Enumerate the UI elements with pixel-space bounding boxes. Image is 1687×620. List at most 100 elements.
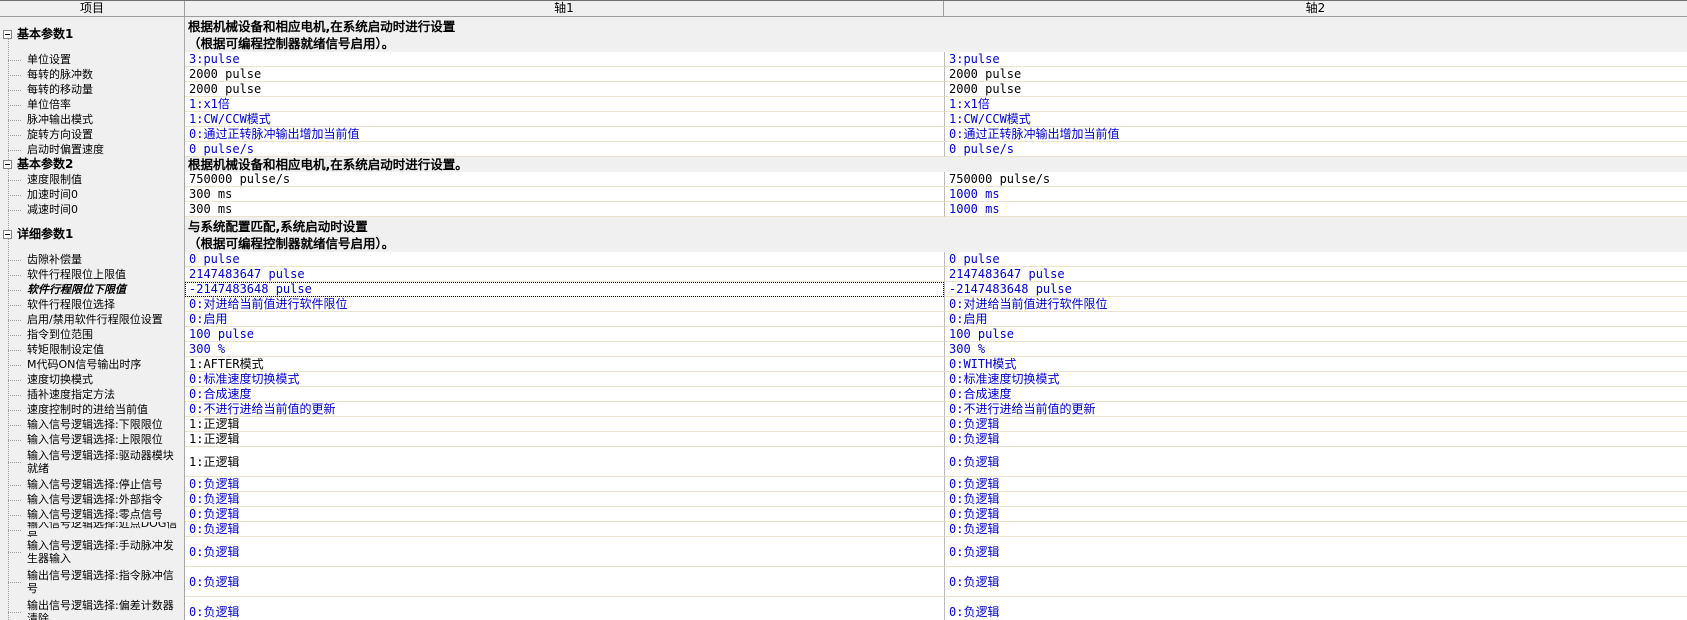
- axis2-value-cell[interactable]: 0:负逻辑: [944, 522, 1687, 537]
- axis2-value-cell[interactable]: 2147483647 pulse: [944, 267, 1687, 282]
- axis2-value-cell[interactable]: 0:负逻辑: [944, 432, 1687, 447]
- axis2-value-cell[interactable]: 0:不进行进给当前值的更新: [944, 402, 1687, 417]
- axis2-value-cell[interactable]: 0:负逻辑: [944, 447, 1687, 477]
- param-item-cell[interactable]: M代码ON信号输出时序: [0, 357, 185, 372]
- param-item-cell[interactable]: 每转的移动量: [0, 82, 185, 97]
- axis1-value-cell[interactable]: 0:负逻辑: [185, 507, 944, 522]
- param-item-cell[interactable]: 输入信号逻辑选择:零点信号: [0, 507, 185, 522]
- axis2-value-cell[interactable]: 0:负逻辑: [944, 537, 1687, 567]
- axis1-value-cell[interactable]: 0 pulse/s: [185, 142, 944, 157]
- axis1-value-cell[interactable]: -2147483648 pulse: [185, 282, 944, 297]
- axis2-value-cell[interactable]: 0:负逻辑: [944, 567, 1687, 597]
- param-item-cell[interactable]: 启用/禁用软件行程限位设置: [0, 312, 185, 327]
- param-item-cell[interactable]: 加速时间0: [0, 187, 185, 202]
- axis2-value-cell[interactable]: 0:负逻辑: [944, 507, 1687, 522]
- axis1-value-cell[interactable]: 0:启用: [185, 312, 944, 327]
- param-item-cell[interactable]: 软件行程限位选择: [0, 297, 185, 312]
- axis1-value-cell[interactable]: 2000 pulse: [185, 82, 944, 97]
- axis2-value: 300 %: [945, 342, 985, 356]
- group-label: 详细参数1: [0, 228, 73, 241]
- axis2-value-cell[interactable]: 0 pulse: [944, 252, 1687, 267]
- axis1-value-cell[interactable]: 0:合成速度: [185, 387, 944, 402]
- axis2-value-cell[interactable]: 0:负逻辑: [944, 597, 1687, 620]
- param-item-cell[interactable]: 单位倍率: [0, 97, 185, 112]
- axis2-value-cell[interactable]: 0 pulse/s: [944, 142, 1687, 157]
- axis2-value-cell[interactable]: 0:WITH模式: [944, 357, 1687, 372]
- param-item-cell[interactable]: 齿隙补偿量: [0, 252, 185, 267]
- axis1-value-cell[interactable]: 0:负逻辑: [185, 522, 944, 537]
- axis2-value-cell[interactable]: 0:通过正转脉冲输出增加当前值: [944, 127, 1687, 142]
- axis2-value-cell[interactable]: 0:标准速度切换模式: [944, 372, 1687, 387]
- param-item-cell[interactable]: 速度切换模式: [0, 372, 185, 387]
- param-item-cell[interactable]: 脉冲输出模式: [0, 112, 185, 127]
- axis2-value-cell[interactable]: 300 %: [944, 342, 1687, 357]
- axis1-value-cell[interactable]: 0 pulse: [185, 252, 944, 267]
- axis1-value-cell[interactable]: 3:pulse: [185, 52, 944, 67]
- param-item-cell[interactable]: 输入信号逻辑选择:停止信号: [0, 477, 185, 492]
- axis1-value-cell[interactable]: 1:x1倍: [185, 97, 944, 112]
- param-row: 输入信号逻辑选择:外部指令0:负逻辑0:负逻辑: [0, 492, 1687, 507]
- axis1-value: 1:正逻辑: [185, 455, 239, 469]
- param-item-cell[interactable]: 输出信号逻辑选择:偏差计数器清除: [0, 597, 185, 620]
- axis2-value-cell[interactable]: 0:负逻辑: [944, 477, 1687, 492]
- axis2-value-cell[interactable]: 1000 ms: [944, 187, 1687, 202]
- axis2-value-cell[interactable]: 2000 pulse: [944, 82, 1687, 97]
- axis1-value-cell[interactable]: 1:正逻辑: [185, 432, 944, 447]
- axis2-value-cell[interactable]: 0:合成速度: [944, 387, 1687, 402]
- axis1-value-cell[interactable]: 2000 pulse: [185, 67, 944, 82]
- param-item-cell[interactable]: 输入信号逻辑选择:近点DOG信号: [0, 522, 185, 537]
- axis1-value-cell[interactable]: 2147483647 pulse: [185, 267, 944, 282]
- axis1-value-cell[interactable]: 1:CW/CCW模式: [185, 112, 944, 127]
- param-item-cell[interactable]: 转矩限制设定值: [0, 342, 185, 357]
- param-item-cell[interactable]: 启动时偏置速度: [0, 142, 185, 157]
- axis1-value-cell[interactable]: 300 ms: [185, 202, 944, 217]
- axis2-value-cell[interactable]: 1:CW/CCW模式: [944, 112, 1687, 127]
- axis1-value-cell[interactable]: 0:通过正转脉冲输出增加当前值: [185, 127, 944, 142]
- group-empty-cell: [944, 217, 1687, 252]
- axis2-value-cell[interactable]: 3:pulse: [944, 52, 1687, 67]
- axis1-value-cell[interactable]: 1:正逻辑: [185, 417, 944, 432]
- axis2-value-cell[interactable]: 750000 pulse/s: [944, 172, 1687, 187]
- param-item-cell[interactable]: 输入信号逻辑选择:外部指令: [0, 492, 185, 507]
- param-item-cell[interactable]: 指令到位范围: [0, 327, 185, 342]
- axis1-value-cell[interactable]: 0:对进给当前值进行软件限位: [185, 297, 944, 312]
- axis1-value-cell[interactable]: 300 %: [185, 342, 944, 357]
- axis2-value-cell[interactable]: 0:启用: [944, 312, 1687, 327]
- axis2-value-cell[interactable]: 0:负逻辑: [944, 417, 1687, 432]
- axis1-value-cell[interactable]: 0:负逻辑: [185, 567, 944, 597]
- axis1-value-cell[interactable]: 0:负逻辑: [185, 492, 944, 507]
- param-item-cell[interactable]: 减速时间0: [0, 202, 185, 217]
- param-item-cell[interactable]: 软件行程限位下限值: [0, 282, 185, 297]
- param-item-cell[interactable]: 单位设置: [0, 52, 185, 67]
- axis1-value-cell[interactable]: 1:正逻辑: [185, 447, 944, 477]
- param-row: 输入信号逻辑选择:近点DOG信号0:负逻辑0:负逻辑: [0, 522, 1687, 537]
- param-item-cell[interactable]: 输入信号逻辑选择:下限限位: [0, 417, 185, 432]
- axis1-value-cell[interactable]: 0:不进行进给当前值的更新: [185, 402, 944, 417]
- axis1-value-cell[interactable]: 300 ms: [185, 187, 944, 202]
- param-item-cell[interactable]: 输入信号逻辑选择:手动脉冲发生器输入: [0, 537, 185, 567]
- axis2-value-cell[interactable]: 0:对进给当前值进行软件限位: [944, 297, 1687, 312]
- param-item-cell[interactable]: 插补速度指定方法: [0, 387, 185, 402]
- grid-body: 基本参数1根据机械设备和相应电机,在系统启动时进行设置（根据可编程控制器就绪信号…: [0, 17, 1687, 620]
- axis2-value-cell[interactable]: 1:x1倍: [944, 97, 1687, 112]
- param-item-cell[interactable]: 旋转方向设置: [0, 127, 185, 142]
- axis1-value-cell[interactable]: 100 pulse: [185, 327, 944, 342]
- axis1-value-cell[interactable]: 0:负逻辑: [185, 597, 944, 620]
- param-item-cell[interactable]: 每转的脉冲数: [0, 67, 185, 82]
- param-item-cell[interactable]: 速度控制时的进给当前值: [0, 402, 185, 417]
- axis2-value-cell[interactable]: 1000 ms: [944, 202, 1687, 217]
- param-item-cell[interactable]: 输出信号逻辑选择:指令脉冲信号: [0, 567, 185, 597]
- axis2-value-cell[interactable]: 100 pulse: [944, 327, 1687, 342]
- axis2-value-cell[interactable]: 2000 pulse: [944, 67, 1687, 82]
- param-item-cell[interactable]: 速度限制值: [0, 172, 185, 187]
- param-item-cell[interactable]: 输入信号逻辑选择:驱动器模块就绪: [0, 447, 185, 477]
- param-item-cell[interactable]: 输入信号逻辑选择:上限限位: [0, 432, 185, 447]
- param-item-cell[interactable]: 软件行程限位上限值: [0, 267, 185, 282]
- axis1-value-cell[interactable]: 750000 pulse/s: [185, 172, 944, 187]
- axis1-value-cell[interactable]: 0:负逻辑: [185, 477, 944, 492]
- axis2-value-cell[interactable]: 0:负逻辑: [944, 492, 1687, 507]
- axis1-value-cell[interactable]: 0:标准速度切换模式: [185, 372, 944, 387]
- axis1-value-cell[interactable]: 0:负逻辑: [185, 537, 944, 567]
- axis1-value-cell[interactable]: 1:AFTER模式: [185, 357, 944, 372]
- axis2-value-cell[interactable]: -2147483648 pulse: [944, 282, 1687, 297]
